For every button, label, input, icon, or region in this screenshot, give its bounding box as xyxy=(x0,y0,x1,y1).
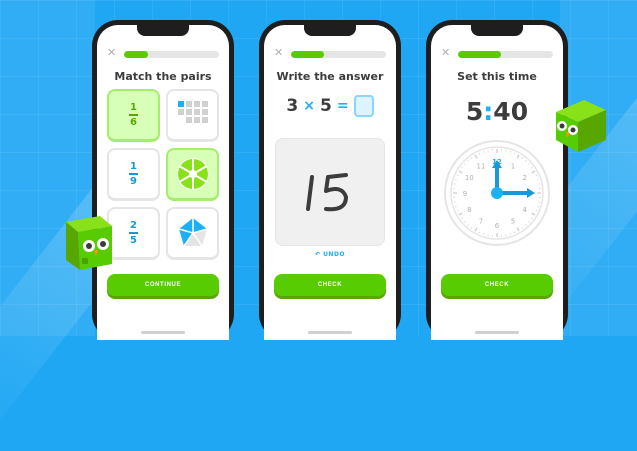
undo-icon: ↶ xyxy=(315,251,323,258)
fraction-denominator: 6 xyxy=(130,117,137,128)
pentagon-icon xyxy=(176,217,210,249)
clock-face[interactable]: 121234567891011 xyxy=(443,139,551,247)
clock-tick xyxy=(457,210,458,211)
time-colon: : xyxy=(483,97,493,126)
close-icon[interactable]: ✕ xyxy=(274,46,283,59)
phone-set-time: ✕ Set this time 5:40 121234567891011 CHE… xyxy=(426,20,568,340)
phone-screen: ✕ Write the answer 3 × 5 = 15 ↶ UNDO CHE… xyxy=(264,25,396,340)
card-fraction[interactable]: 1 6 xyxy=(107,89,160,142)
check-button[interactable]: CHECK xyxy=(441,274,553,296)
clock-number: 1 xyxy=(511,162,515,170)
clock-tick xyxy=(536,175,537,176)
home-indicator xyxy=(308,331,352,334)
phone-match-pairs: ✕ Match the pairs 1 6 xyxy=(92,20,234,340)
owl-feet xyxy=(82,258,88,264)
equation: 3 × 5 = xyxy=(264,95,396,117)
clock-tick xyxy=(514,153,515,154)
lesson-top-bar: ✕ xyxy=(107,51,219,59)
answer-box[interactable] xyxy=(354,95,374,117)
card-grid[interactable] xyxy=(166,89,219,142)
card-fraction[interactable]: 1 9 xyxy=(107,148,160,201)
fraction: 1 9 xyxy=(129,161,138,187)
clock-number: 11 xyxy=(477,162,486,170)
continue-button[interactable]: CONTINUE xyxy=(107,274,219,296)
clock-tick xyxy=(457,175,458,176)
clock-tick xyxy=(479,153,480,154)
phone-notch xyxy=(471,25,523,36)
lesson-top-bar: ✕ xyxy=(274,51,386,59)
clock-center xyxy=(491,187,503,199)
check-button[interactable]: CHECK xyxy=(274,274,386,296)
grid-squares-icon xyxy=(178,101,208,129)
clock-number: 10 xyxy=(465,174,474,182)
time-minutes: 40 xyxy=(493,97,528,126)
handwritten-answer: 15 xyxy=(276,139,384,245)
fraction: 2 5 xyxy=(129,220,138,246)
phone-screen: ✕ Set this time 5:40 121234567891011 CHE… xyxy=(431,25,563,340)
phone-screen: ✕ Match the pairs 1 6 xyxy=(97,25,229,340)
match-pairs-grid: 1 6 xyxy=(107,89,219,260)
lesson-title: Match the pairs xyxy=(97,70,229,83)
target-time: 5:40 xyxy=(431,97,563,126)
equation-operand: 5 xyxy=(320,96,332,116)
fraction-denominator: 5 xyxy=(130,235,137,246)
clock-tick xyxy=(514,232,515,233)
handwritten-text: 15 xyxy=(329,238,331,240)
lesson-title: Set this time xyxy=(431,70,563,83)
progress-fill xyxy=(124,51,148,58)
fraction-bar xyxy=(129,114,138,116)
progress-fill xyxy=(291,51,324,58)
time-hours: 5 xyxy=(466,97,483,126)
card-pie[interactable] xyxy=(166,148,219,201)
card-pentagon[interactable] xyxy=(166,207,219,260)
home-indicator xyxy=(475,331,519,334)
equation-operand: 3 xyxy=(286,96,298,116)
undo-button[interactable]: ↶ UNDO xyxy=(264,251,396,258)
fraction-numerator: 1 xyxy=(130,161,137,172)
fraction-bar xyxy=(129,232,138,234)
undo-label: UNDO xyxy=(323,251,345,258)
close-icon[interactable]: ✕ xyxy=(107,46,116,59)
clock-number: 6 xyxy=(495,222,500,230)
equals-sign: = xyxy=(337,98,349,114)
phone-write-answer: ✕ Write the answer 3 × 5 = 15 ↶ UNDO CHE… xyxy=(259,20,401,340)
progress-bar xyxy=(124,51,219,58)
lesson-top-bar: ✕ xyxy=(441,51,553,59)
fraction-denominator: 9 xyxy=(130,176,137,187)
owl-cube-mascot xyxy=(58,212,118,272)
clock-number: 5 xyxy=(511,218,515,226)
progress-bar xyxy=(458,51,553,58)
clock-number: 9 xyxy=(463,190,467,198)
lesson-title: Write the answer xyxy=(264,70,396,83)
close-icon[interactable]: ✕ xyxy=(441,46,450,59)
fraction-numerator: 1 xyxy=(130,102,137,113)
clock-tick xyxy=(479,232,480,233)
clock-number: 4 xyxy=(522,206,527,214)
clock-number: 8 xyxy=(467,206,471,214)
fraction-bar xyxy=(129,173,138,175)
clock-tick xyxy=(536,210,537,211)
clock-number: 2 xyxy=(522,174,526,182)
progress-bar xyxy=(291,51,386,58)
phone-notch xyxy=(137,25,189,36)
progress-fill xyxy=(458,51,501,58)
home-indicator xyxy=(141,331,185,334)
phone-notch xyxy=(304,25,356,36)
drawing-pad[interactable]: 15 xyxy=(275,138,385,246)
pie-chart-icon xyxy=(176,157,210,191)
fraction-numerator: 2 xyxy=(130,220,137,231)
clock-number: 7 xyxy=(479,218,483,226)
multiply-sign: × xyxy=(303,98,315,114)
owl-cube-mascot xyxy=(552,96,610,154)
fraction: 1 6 xyxy=(129,102,138,128)
